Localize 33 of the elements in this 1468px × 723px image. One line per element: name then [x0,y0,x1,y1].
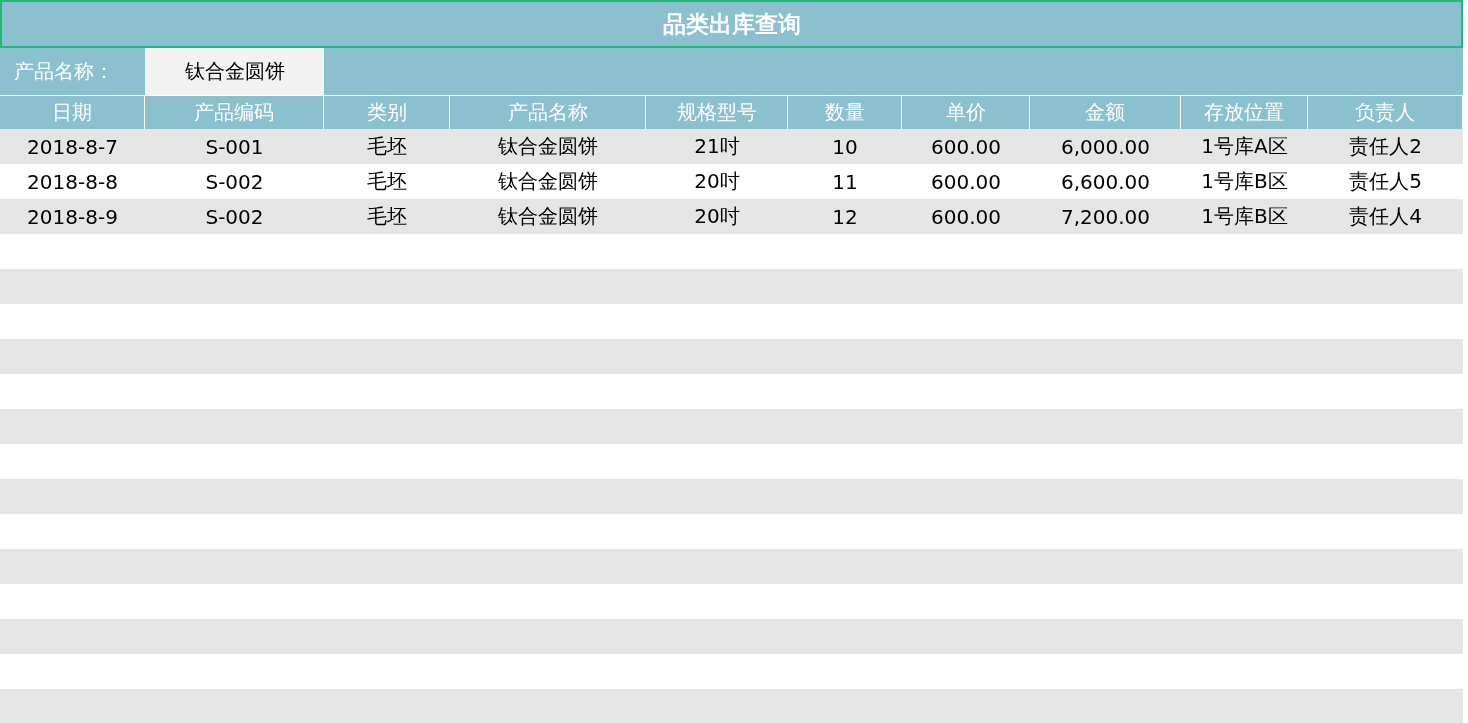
table-cell-text: 6,600.00 [1059,168,1152,196]
table-cell-text: 2018-8-9 [26,203,119,231]
table-cell-text: S-002 [204,203,265,231]
table-cell-text: 12 [831,203,859,231]
filter-label: 产品名称： [13,58,115,85]
table-cell-text: 10 [831,133,859,161]
table-cell-text: 钛合金圆饼 [497,168,599,195]
table-cell-text: 钛合金圆饼 [497,133,599,160]
table-cell-text: S-001 [204,133,265,161]
table-cell-text: 1号库B区 [1200,168,1289,195]
table-cell-text: 钛合金圆饼 [497,203,599,230]
product-name-field[interactable]: 钛合金圆饼 [145,48,324,95]
table-cell-text: 7,200.00 [1059,203,1152,231]
table-cell-text: 2018-8-8 [26,168,119,196]
table-cell-text: 21吋 [693,133,741,160]
table-cell-text: 600.00 [930,133,1002,161]
table-cell-text: 600.00 [930,168,1002,196]
table-cell-text: 20吋 [693,168,741,195]
table-cell-text: 毛坯 [366,203,408,230]
table-cell-text: 1号库A区 [1200,133,1289,160]
table-cell-text: 20吋 [693,203,741,230]
sheet-title: 品类出库查询 [0,0,1463,48]
table-cell-text: 毛坯 [366,133,408,160]
table-cell-text: 责任人4 [1348,203,1423,230]
table-cell-text: 毛坯 [366,168,408,195]
table-cell-text: 2018-8-7 [26,133,119,161]
table-cell-text: 11 [831,168,859,196]
table-cell-text: 责任人5 [1348,168,1423,195]
table-cell-text: 1号库B区 [1200,203,1289,230]
table-cell-text: 责任人2 [1348,133,1423,160]
table-cell-text: 6,000.00 [1059,133,1152,161]
table-cell-text: S-002 [204,168,265,196]
table-cell-text: 600.00 [930,203,1002,231]
